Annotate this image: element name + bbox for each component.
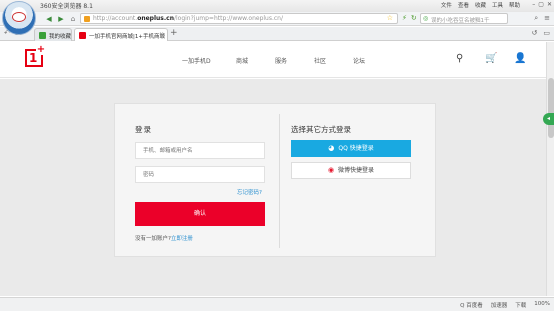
register-prompt: 没有一加账户?立即注册 [135,234,193,242]
site-header: 1 + 一加手机D 商城 服务 社区 论坛 ⚲ 🛒 👤 [0,42,546,78]
home-icon[interactable]: ⌂ [68,14,78,24]
menu-tools[interactable]: 工具 [492,1,503,9]
search-placeholder: 误的小吃吞豆名被黜1千 [431,18,490,24]
account-input[interactable] [135,142,265,159]
status-baidu[interactable]: Q 百度看 [460,301,483,309]
menu-view[interactable]: 查看 [458,1,469,9]
tab-oneplus[interactable]: 一加手机官网商城|1+手机商城 × [74,28,168,41]
qq-login-label: QQ 快捷登录 [338,145,374,152]
weibo-login-label: 微博快捷登录 [338,167,375,174]
minimize-icon[interactable]: – [532,1,535,8]
login-title: 登录 [135,125,152,134]
tab-bar-right: ↺ ▭ [532,29,551,37]
main-content: 登录 忘记密码? 确认 没有一加账户?立即注册 选择其它方式登录 ◕QQ 快捷登… [0,79,546,296]
tab-favorites[interactable]: 我的收藏 [34,28,72,41]
browser-title: 360安全浏览器 8.1 [40,3,93,10]
search-icon[interactable]: ⌕ [534,14,538,23]
menu-help[interactable]: 帮助 [509,1,520,9]
bookmark-star-icon[interactable]: ☆ [387,14,393,22]
url-input[interactable]: http://account.oneplus.cn/login?jump=htt… [80,13,398,24]
other-login-title: 选择其它方式登录 [291,125,351,134]
oneplus-logo[interactable]: 1 + [25,45,46,67]
tab-label: 我的收藏 [49,34,72,40]
menu-file[interactable]: 文件 [441,1,452,9]
status-zoom[interactable]: 100% [534,301,550,309]
lightning-icon[interactable]: ⚡ [402,14,407,22]
nav-community[interactable]: 社区 [314,56,326,65]
user-icon[interactable]: 👤 [514,53,526,64]
password-input[interactable] [135,166,265,183]
browser-title-bar: 360安全浏览器 8.1 文件 查看 收藏 工具 帮助 – ▢ ✕ [0,0,554,35]
nav-store[interactable]: 商城 [236,56,248,65]
browser-menu-bar: 文件 查看 收藏 工具 帮助 [441,1,520,9]
forward-icon[interactable]: ▶ [56,14,66,24]
window-controls: – ▢ ✕ [532,1,552,8]
qq-login-button[interactable]: ◕ QQ 快捷登录 [291,140,411,157]
browser-logo-icon [2,1,36,35]
page-scrollbar[interactable] [546,42,554,296]
tab-close-icon[interactable]: × [159,31,164,38]
url-text: http://account.oneplus.cn/login?jump=htt… [93,15,283,22]
address-bar-row: ◀ ▶ ⌂ http://account.oneplus.cn/login?ju… [0,12,554,26]
panel-divider [279,114,280,248]
nav-service[interactable]: 服务 [275,56,287,65]
oneplus-favicon-icon [79,32,86,39]
favorites-icon [39,32,46,39]
tab-bar: ↶ ☁ 我的收藏 一加手机官网商城|1+手机商城 × + ↺ ▭ [0,27,554,41]
menu-icon[interactable]: ≡ [544,14,550,23]
refresh-icon[interactable]: ↻ [411,14,417,22]
weibo-icon: ◉ [327,166,335,174]
login-panel: 登录 忘记密码? 确认 没有一加账户?立即注册 选择其它方式登录 ◕QQ 快捷登… [114,103,436,257]
status-accelerator[interactable]: 加速器 [491,301,508,309]
nav-forum[interactable]: 论坛 [353,56,365,65]
menu-favorites[interactable]: 收藏 [475,1,486,9]
register-link[interactable]: 立即注册 [171,236,193,242]
close-icon[interactable]: ✕ [547,1,552,8]
nav-phone[interactable]: 一加手机D [182,56,211,65]
tab-list-icon[interactable]: ▭ [543,29,550,37]
status-download[interactable]: 下载 [515,301,526,309]
search-icon[interactable]: ⚲ [456,53,463,64]
forgot-password-link[interactable]: 忘记密码? [237,188,262,196]
qq-icon: ◕ [328,144,335,152]
cart-icon[interactable]: 🛒 [485,53,497,64]
scrollbar-thumb[interactable] [548,78,554,138]
security-icon [84,16,90,22]
no-account-text: 没有一加账户? [135,236,171,242]
undo-icon[interactable]: ↺ [532,29,538,37]
search-input[interactable]: ◎ 误的小吃吞豆名被黜1千 [420,13,508,24]
new-tab-icon[interactable]: + [170,28,178,38]
address-tools: ⚡ ↻ [402,14,417,22]
maximize-icon[interactable]: ▢ [538,1,544,8]
status-items: Q 百度看 加速器 下载 100% [460,301,550,309]
toolbar-right: ⌕ ≡ [534,14,550,23]
login-button[interactable]: 确认 [135,202,265,226]
status-bar: Q 百度看 加速器 下载 100% [0,297,554,311]
tab-label: 一加手机官网商城|1+手机商城 [89,34,165,40]
search-engine-icon: ◎ [423,15,429,22]
back-icon[interactable]: ◀ [44,14,54,24]
side-widget-icon[interactable]: ◂ [543,113,554,125]
weibo-login-button[interactable]: ◉ 微博快捷登录 [291,162,411,179]
